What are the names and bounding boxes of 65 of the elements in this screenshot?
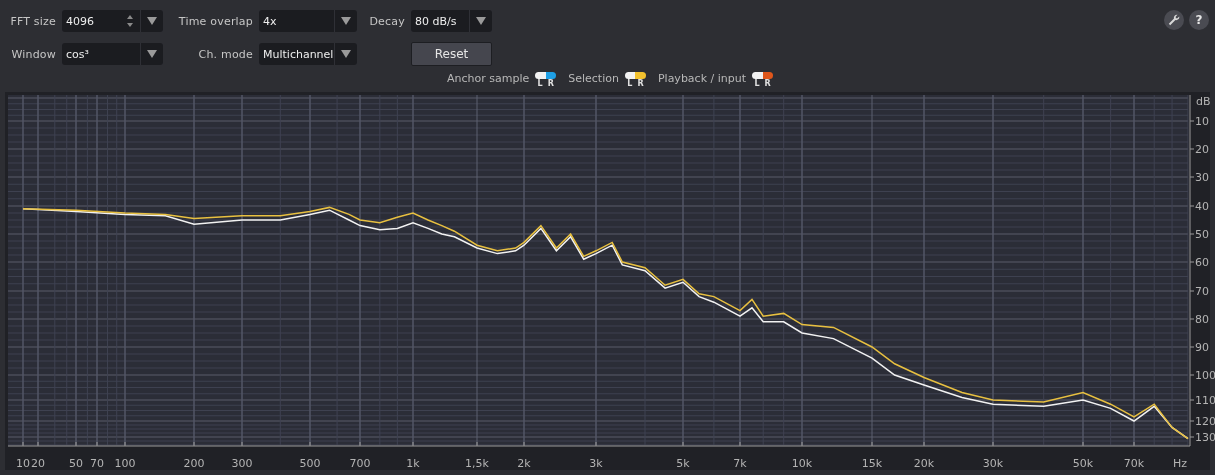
axis-tick-label: 60: [1195, 256, 1209, 269]
legend-label: Playback / input: [657, 71, 746, 85]
dropdown-field[interactable]: 80 dB/s: [411, 10, 492, 32]
axis-tick-label: 130: [1195, 431, 1215, 444]
axis-tick-label: 7k: [733, 457, 747, 470]
channel-letter: L: [754, 79, 760, 88]
axis-unit-label: dB: [1196, 95, 1211, 108]
axis-tick-label: 700: [349, 457, 371, 470]
setting-label: Window: [10, 47, 56, 61]
setting-label: Ch. mode: [197, 47, 253, 61]
channel-letter: R: [547, 79, 554, 88]
axis-tick-label: 10: [1195, 115, 1209, 128]
channel-letter: L: [537, 79, 543, 88]
axis-tick-label: 70: [1195, 285, 1209, 298]
axis-tick-label: 110: [1195, 394, 1215, 407]
setting-label: Time overlap: [177, 14, 253, 28]
dropdown-field[interactable]: Multichannel: [259, 43, 357, 65]
channel-letter: R: [764, 79, 771, 88]
axis-tick-label: 20: [1195, 143, 1209, 156]
channel-letter: L: [627, 79, 633, 88]
axis-tick-label: 300: [231, 457, 253, 470]
axis-tick-label: 10k: [791, 457, 813, 470]
reset-button[interactable]: Reset: [411, 42, 492, 66]
wrench-icon: [1168, 14, 1180, 26]
axis-tick-label: 70k: [1123, 457, 1145, 470]
axis-tick-label: 15k: [861, 457, 883, 470]
axis-tick-label: 80: [1195, 313, 1209, 326]
axis-tick-label: 120: [1195, 415, 1215, 428]
axis-tick-label: 50: [69, 457, 83, 470]
axis-tick-label: 100: [114, 457, 136, 470]
caret-icon[interactable]: [341, 17, 351, 25]
axis-tick-label: 200: [183, 457, 205, 470]
axis-tick-label: 10: [16, 457, 30, 470]
axis-tick-label: 3k: [589, 457, 603, 470]
axis-tick-label: 30: [1195, 171, 1209, 184]
caret-icon[interactable]: [147, 17, 157, 25]
axis-tick-label: 2k: [517, 457, 531, 470]
caret-icon[interactable]: [147, 50, 157, 58]
axis-tick-label: 70: [90, 457, 104, 470]
axis-unit-label: Hz: [1173, 457, 1187, 470]
spin-arrows-icon[interactable]: [126, 14, 134, 28]
axis-tick-label: 50k: [1072, 457, 1094, 470]
caret-icon[interactable]: [341, 50, 351, 58]
axis-tick-label: 20: [31, 457, 45, 470]
setting-label: FFT size: [9, 14, 56, 28]
dropdown-field[interactable]: cos³: [62, 43, 163, 65]
legend-label: Anchor sample: [446, 71, 530, 85]
axis-tick-label: 500: [299, 457, 321, 470]
axis-tick-label: 5k: [676, 457, 690, 470]
axis-tick-label: 1k: [406, 457, 420, 470]
legend-label: Selection: [568, 71, 619, 85]
dropdown-field[interactable]: 4x: [259, 10, 357, 32]
axis-tick-label: 50: [1195, 228, 1209, 241]
axis-tick-label: 40: [1195, 200, 1209, 213]
axis-tick-label: 1,5k: [465, 457, 489, 470]
axis-tick-label: 90: [1195, 341, 1209, 354]
help-button[interactable]: ?: [1189, 10, 1209, 30]
caret-icon[interactable]: [476, 17, 486, 25]
axis-tick-label: 20k: [913, 457, 935, 470]
settings-button[interactable]: [1164, 10, 1184, 30]
axis-tick-label: 30k: [982, 457, 1004, 470]
axis-tick-label: 100: [1195, 369, 1215, 382]
setting-label: Decay: [368, 14, 405, 28]
channel-letter: R: [637, 79, 644, 88]
spinbox-field[interactable]: 4096: [62, 10, 163, 32]
